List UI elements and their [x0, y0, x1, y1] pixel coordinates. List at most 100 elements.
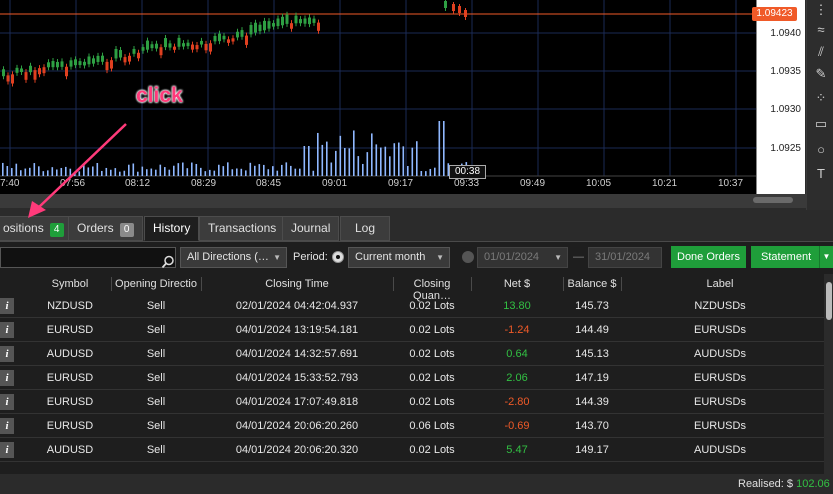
info-icon[interactable]: i: [0, 370, 14, 386]
text-icon[interactable]: T: [813, 166, 829, 182]
volume-bar: [177, 163, 180, 176]
tab-label: ositions: [3, 221, 44, 235]
scrollbar-thumb[interactable]: [826, 282, 832, 320]
table-row[interactable]: i AUDUSD Sell 04/01/2024 14:32:57.691 0.02 L…: [0, 342, 824, 366]
direction-value: All Directions (…: [187, 251, 269, 263]
volume-bar: [317, 132, 319, 176]
column-header-balance[interactable]: Balance $: [564, 278, 620, 290]
row-closing-time: 04/01/2024 17:07:49.818: [235, 396, 359, 408]
column-header-opening-direction[interactable]: Opening Directio: [112, 278, 200, 290]
tab-label: Journal: [291, 221, 331, 235]
candle-body: [227, 39, 230, 43]
info-icon[interactable]: i: [0, 298, 14, 314]
volume-bar: [362, 163, 364, 176]
vertical-line-icon[interactable]: ⋮: [813, 2, 829, 18]
info-icon[interactable]: i: [0, 394, 14, 410]
candle-body: [110, 60, 113, 69]
done-orders-button[interactable]: Done Orders: [671, 246, 746, 268]
period-select[interactable]: Current month ▼: [348, 247, 450, 268]
volume-bar: [308, 146, 310, 176]
tab-journal[interactable]: Journal: [282, 216, 340, 241]
candle-body: [182, 43, 185, 47]
click-annotation: click: [136, 84, 183, 107]
volume-bar: [195, 163, 198, 176]
candle-body: [164, 38, 167, 48]
info-icon[interactable]: i: [0, 442, 14, 458]
date-from-select[interactable]: 01/01/2024 ▼: [477, 247, 568, 268]
dotted-grid-icon[interactable]: ⁘: [813, 90, 829, 106]
candle-body: [146, 40, 149, 50]
volume-bar: [114, 168, 117, 176]
candle-body: [132, 48, 136, 54]
diagonal-lines-icon[interactable]: ⫽: [813, 44, 829, 60]
info-icon[interactable]: i: [0, 418, 14, 434]
column-header-net[interactable]: Net $: [472, 278, 562, 290]
statement-label: Statement: [761, 251, 812, 263]
chevron-down-icon: ▼: [273, 253, 281, 262]
date-range-radio[interactable]: [462, 251, 474, 263]
chevron-down-icon[interactable]: ▼: [819, 246, 833, 268]
volume-bar: [204, 171, 207, 176]
circle-icon[interactable]: ○: [813, 142, 829, 158]
scrollbar-thumb[interactable]: [753, 197, 793, 203]
table-row[interactable]: i NZDUSD Sell 02/01/2024 04:42:04.937 0.02 L…: [0, 294, 824, 318]
tab-transactions[interactable]: Transactions: [199, 216, 286, 241]
column-header-symbol[interactable]: Symbol: [30, 278, 110, 290]
candle-body: [204, 43, 208, 51]
candle-body: [285, 14, 289, 24]
column-header-closing-time[interactable]: Closing Time: [202, 278, 392, 290]
candle-body: [290, 23, 293, 29]
row-symbol: NZDUSD: [47, 300, 93, 312]
tab-positions[interactable]: ositions 4: [0, 216, 73, 241]
row-net: -1.24: [504, 324, 530, 336]
direction-select[interactable]: All Directions (… ▼: [180, 247, 287, 268]
date-separator: —: [573, 251, 584, 263]
info-icon[interactable]: i: [0, 322, 14, 338]
candle-body: [254, 22, 257, 33]
row-opening-direction: Sell: [146, 396, 166, 408]
row-opening-direction: Sell: [146, 300, 166, 312]
price-axis[interactable]: 1.0940 1.0935 1.0930 1.0925: [756, 0, 805, 194]
table-row[interactable]: i EURUSD Sell 04/01/2024 17:07:49.818 0.02 L…: [0, 390, 824, 414]
table-row[interactable]: i AUDUSD Sell 04/01/2024 20:06:20.320 0.02 L…: [0, 438, 824, 462]
info-icon[interactable]: i: [0, 346, 14, 362]
volume-bar: [65, 166, 67, 176]
candle-body: [263, 20, 266, 31]
volume-bar: [348, 148, 351, 176]
chart-horizontal-scrollbar[interactable]: [0, 194, 806, 208]
row-symbol: EURUSD: [46, 324, 94, 336]
price-tick: 1.0930: [770, 104, 801, 115]
chart-canvas[interactable]: [0, 0, 756, 194]
row-opening-direction: Sell: [146, 372, 166, 384]
price-chart[interactable]: [0, 0, 805, 194]
volume-bar: [263, 164, 265, 176]
rectangle-icon[interactable]: ▭: [813, 116, 829, 132]
column-header-label[interactable]: Label: [622, 278, 818, 290]
zigzag-icon[interactable]: ≈: [813, 22, 829, 38]
tab-orders[interactable]: Orders 0: [68, 216, 143, 241]
volume-bar: [344, 148, 346, 176]
date-to-select[interactable]: 31/01/2024: [588, 247, 662, 268]
tab-log[interactable]: Log: [340, 216, 390, 241]
period-radio[interactable]: [332, 251, 344, 263]
row-closing-time: 04/01/2024 13:19:54.181: [235, 324, 359, 336]
search-input[interactable]: [0, 247, 176, 269]
positions-count-badge: 4: [49, 223, 64, 237]
volume-bar: [47, 170, 49, 176]
table-vertical-scrollbar[interactable]: [825, 274, 833, 464]
table-row[interactable]: i EURUSD Sell 04/01/2024 15:33:52.793 0.02 L…: [0, 366, 824, 390]
row-symbol: AUDUSD: [46, 444, 94, 456]
volume-bar: [281, 164, 283, 176]
candle-body: [458, 6, 461, 13]
candle-body: [191, 44, 194, 50]
table-row[interactable]: i EURUSD Sell 04/01/2024 13:19:54.181 0.02 L…: [0, 318, 824, 342]
volume-bar: [371, 133, 373, 176]
volume-bar: [150, 168, 153, 176]
table-row[interactable]: i EURUSD Sell 04/01/2024 20:06:20.260 0.06 L…: [0, 414, 824, 438]
statement-button[interactable]: Statement ▼: [751, 246, 833, 268]
tab-history[interactable]: History: [144, 216, 200, 241]
current-price-label: 1.09423: [752, 7, 797, 21]
time-tick: 10:21: [652, 178, 678, 189]
search-icon[interactable]: [161, 255, 175, 269]
pencil-icon[interactable]: ✎: [813, 66, 829, 82]
